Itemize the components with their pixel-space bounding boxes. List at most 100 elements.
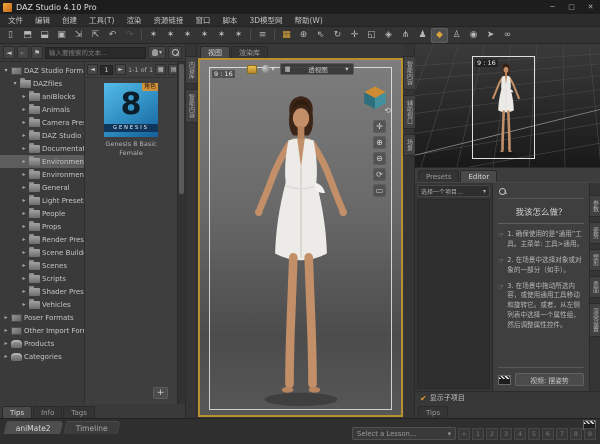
tree-item[interactable]: ▸ Render Presets (0, 233, 84, 246)
aux-viewport[interactable]: 9 : 16 (415, 44, 600, 168)
library-scrollbar[interactable] (177, 62, 185, 404)
show-sub-items-label[interactable]: 显示子项目 (430, 393, 465, 403)
orbit-tool-icon[interactable]: ⟳ (373, 168, 386, 181)
dock-pane-tab[interactable]: 辅助视口 (403, 95, 416, 129)
pan-tool-icon[interactable]: ✛ (373, 120, 386, 133)
page-number[interactable]: 1 (100, 65, 113, 75)
camera-sphere-dropdown[interactable]: ▾ (262, 65, 274, 73)
tree-expand-arrow-icon[interactable]: ▸ (21, 132, 27, 139)
create-figure-icon[interactable]: ✶ (145, 28, 162, 43)
tree-item[interactable]: ▸ People (0, 207, 84, 220)
lesson-number-button[interactable]: 5 (528, 428, 540, 440)
flag-icon[interactable]: ⚑ (31, 46, 43, 59)
tree-item[interactable]: ▸ General (0, 181, 84, 194)
tree-expand-arrow-icon[interactable]: ▸ (21, 145, 27, 152)
tree-expand-arrow-icon[interactable]: ▸ (3, 340, 9, 347)
tree-expand-arrow-icon[interactable]: ▸ (3, 327, 9, 334)
select-item-dropdown[interactable]: 选择一个项目... ▾ (417, 185, 490, 197)
dock-pane-tab[interactable]: 智能内容 (403, 56, 416, 90)
node-selection-icon[interactable]: ◈ (380, 28, 397, 43)
lesson-number-button[interactable]: 6 (542, 428, 554, 440)
posing-tab[interactable]: Editor (460, 170, 497, 182)
prev-page-button[interactable]: ◄ (87, 64, 98, 75)
joint-editor-icon[interactable]: ⋔ (397, 28, 414, 43)
library-tab[interactable]: Info (33, 406, 62, 418)
people-icon[interactable]: ♙ (448, 28, 465, 43)
tree-item[interactable]: ▸ Light Presets (0, 194, 84, 207)
open-file-icon[interactable]: ⬒ (19, 28, 36, 43)
tree-expand-arrow-icon[interactable]: ▸ (3, 314, 9, 321)
surface-selection-icon[interactable]: ➤ (482, 28, 499, 43)
scrollbar-thumb[interactable] (179, 64, 184, 194)
close-button[interactable]: ✕ (581, 0, 600, 14)
dock-pane-tab[interactable]: 内容库 (185, 56, 198, 84)
tree-item[interactable]: ▸ DAZ Studio Tutorials (0, 129, 84, 142)
aspect-frame-handle-icon[interactable] (247, 65, 257, 74)
tree-expand-arrow-icon[interactable]: ▸ (21, 275, 27, 282)
tree-expand-arrow-icon[interactable]: ▸ (3, 353, 9, 360)
tree-expand-arrow-icon[interactable]: ▸ (21, 210, 27, 217)
main-viewport[interactable]: 9 : 16 ▾ ▦ 透视图 ▾ ⟲ (198, 58, 403, 417)
maximize-button[interactable]: □ (562, 0, 581, 14)
timeline-tab[interactable]: aniMate2 (3, 421, 63, 434)
tree-expand-arrow-icon[interactable]: ▸ (21, 106, 27, 113)
tree-item[interactable]: ▸ Poser Formats (0, 311, 84, 324)
forward-button[interactable]: ► (17, 46, 29, 59)
translate-tool-icon[interactable]: ✛ (346, 28, 363, 43)
create-node-icon[interactable]: ✶ (213, 28, 230, 43)
tree-expand-arrow-icon[interactable]: ▸ (21, 184, 27, 191)
orbit-arrow-icon[interactable]: ⟲ (384, 106, 391, 115)
tree-item[interactable]: ▸ Scenes (0, 259, 84, 272)
tree-item[interactable]: ▸ Shader Presets (0, 285, 84, 298)
posing-tab[interactable]: Presets (418, 170, 459, 182)
menu-item[interactable]: 文件 (2, 15, 29, 26)
dock-pane-tab[interactable]: 姿势 (589, 222, 600, 244)
tree-item[interactable]: ▸ Scripts (0, 272, 84, 285)
lesson-number-button[interactable]: 3 (500, 428, 512, 440)
tree-expand-arrow-icon[interactable]: ▾ (3, 67, 9, 74)
lesson-number-button[interactable]: 1 (472, 428, 484, 440)
pointer-tool-icon[interactable]: ⇖ (312, 28, 329, 43)
link-icon[interactable]: ∞ (499, 28, 516, 43)
scale-tool-icon[interactable]: ◱ (363, 28, 380, 43)
library-tab[interactable]: Tips (2, 406, 32, 418)
redo-icon[interactable]: ↷ (121, 28, 138, 43)
create-light-icon[interactable]: ✶ (179, 28, 196, 43)
tree-expand-arrow-icon[interactable]: ▸ (21, 288, 27, 295)
viewport-tab[interactable]: 视图 (200, 46, 230, 58)
menu-item[interactable]: 窗口 (189, 15, 216, 26)
dock-pane-tab[interactable]: 场景 (403, 134, 416, 156)
tree-expand-arrow-icon[interactable]: ▸ (21, 197, 27, 204)
undo-icon[interactable]: ↶ (104, 28, 121, 43)
lesson-number-button[interactable]: 4 (514, 428, 526, 440)
menu-item[interactable]: 脚本 (216, 15, 243, 26)
lesson-dropdown[interactable]: Select a Lesson... ▾ (352, 427, 456, 440)
dock-pane-tab[interactable]: 表面 (589, 276, 600, 298)
menu-item[interactable]: 编辑 (29, 15, 56, 26)
scene-grid-icon[interactable]: ▦ (278, 28, 295, 43)
minimize-button[interactable]: ─ (543, 0, 562, 14)
dock-pane-tab[interactable]: 塑形 (589, 249, 600, 271)
tree-expand-arrow-icon[interactable]: ▸ (21, 93, 27, 100)
import-icon[interactable]: ⇲ (70, 28, 87, 43)
lesson-number-button[interactable]: 7 (556, 428, 568, 440)
tree-item[interactable]: ▸ Animals (0, 103, 84, 116)
tree-item[interactable]: ▸ Vehicles (0, 298, 84, 311)
camera-view-selector[interactable]: ▦ 透视图 ▾ (280, 63, 354, 75)
menu-item[interactable]: 资源链接 (147, 15, 189, 26)
tree-expand-arrow-icon[interactable]: ▸ (21, 223, 27, 230)
tree-expand-arrow-icon[interactable]: ▸ (21, 119, 27, 126)
property-search-input[interactable] (509, 187, 583, 195)
next-page-button[interactable]: ► (115, 64, 126, 75)
timeline-tab[interactable]: Timeline (63, 421, 120, 434)
tree-item[interactable]: ▸ Scene Builder (0, 246, 84, 259)
video-posing-button[interactable]: 视频: 摆姿势 (515, 373, 584, 386)
lesson-number-button[interactable]: 8 (570, 428, 582, 440)
tree-expand-arrow-icon[interactable]: ▸ (21, 171, 27, 178)
universal-tool-icon[interactable]: ◆ (431, 28, 448, 43)
create-camera-icon[interactable]: ✶ (196, 28, 213, 43)
tree-expand-arrow-icon[interactable]: ▾ (12, 80, 18, 87)
lesson-number-button[interactable]: 9 (584, 428, 596, 440)
search-input[interactable] (45, 47, 146, 59)
new-file-icon[interactable]: ▯ (2, 28, 19, 43)
